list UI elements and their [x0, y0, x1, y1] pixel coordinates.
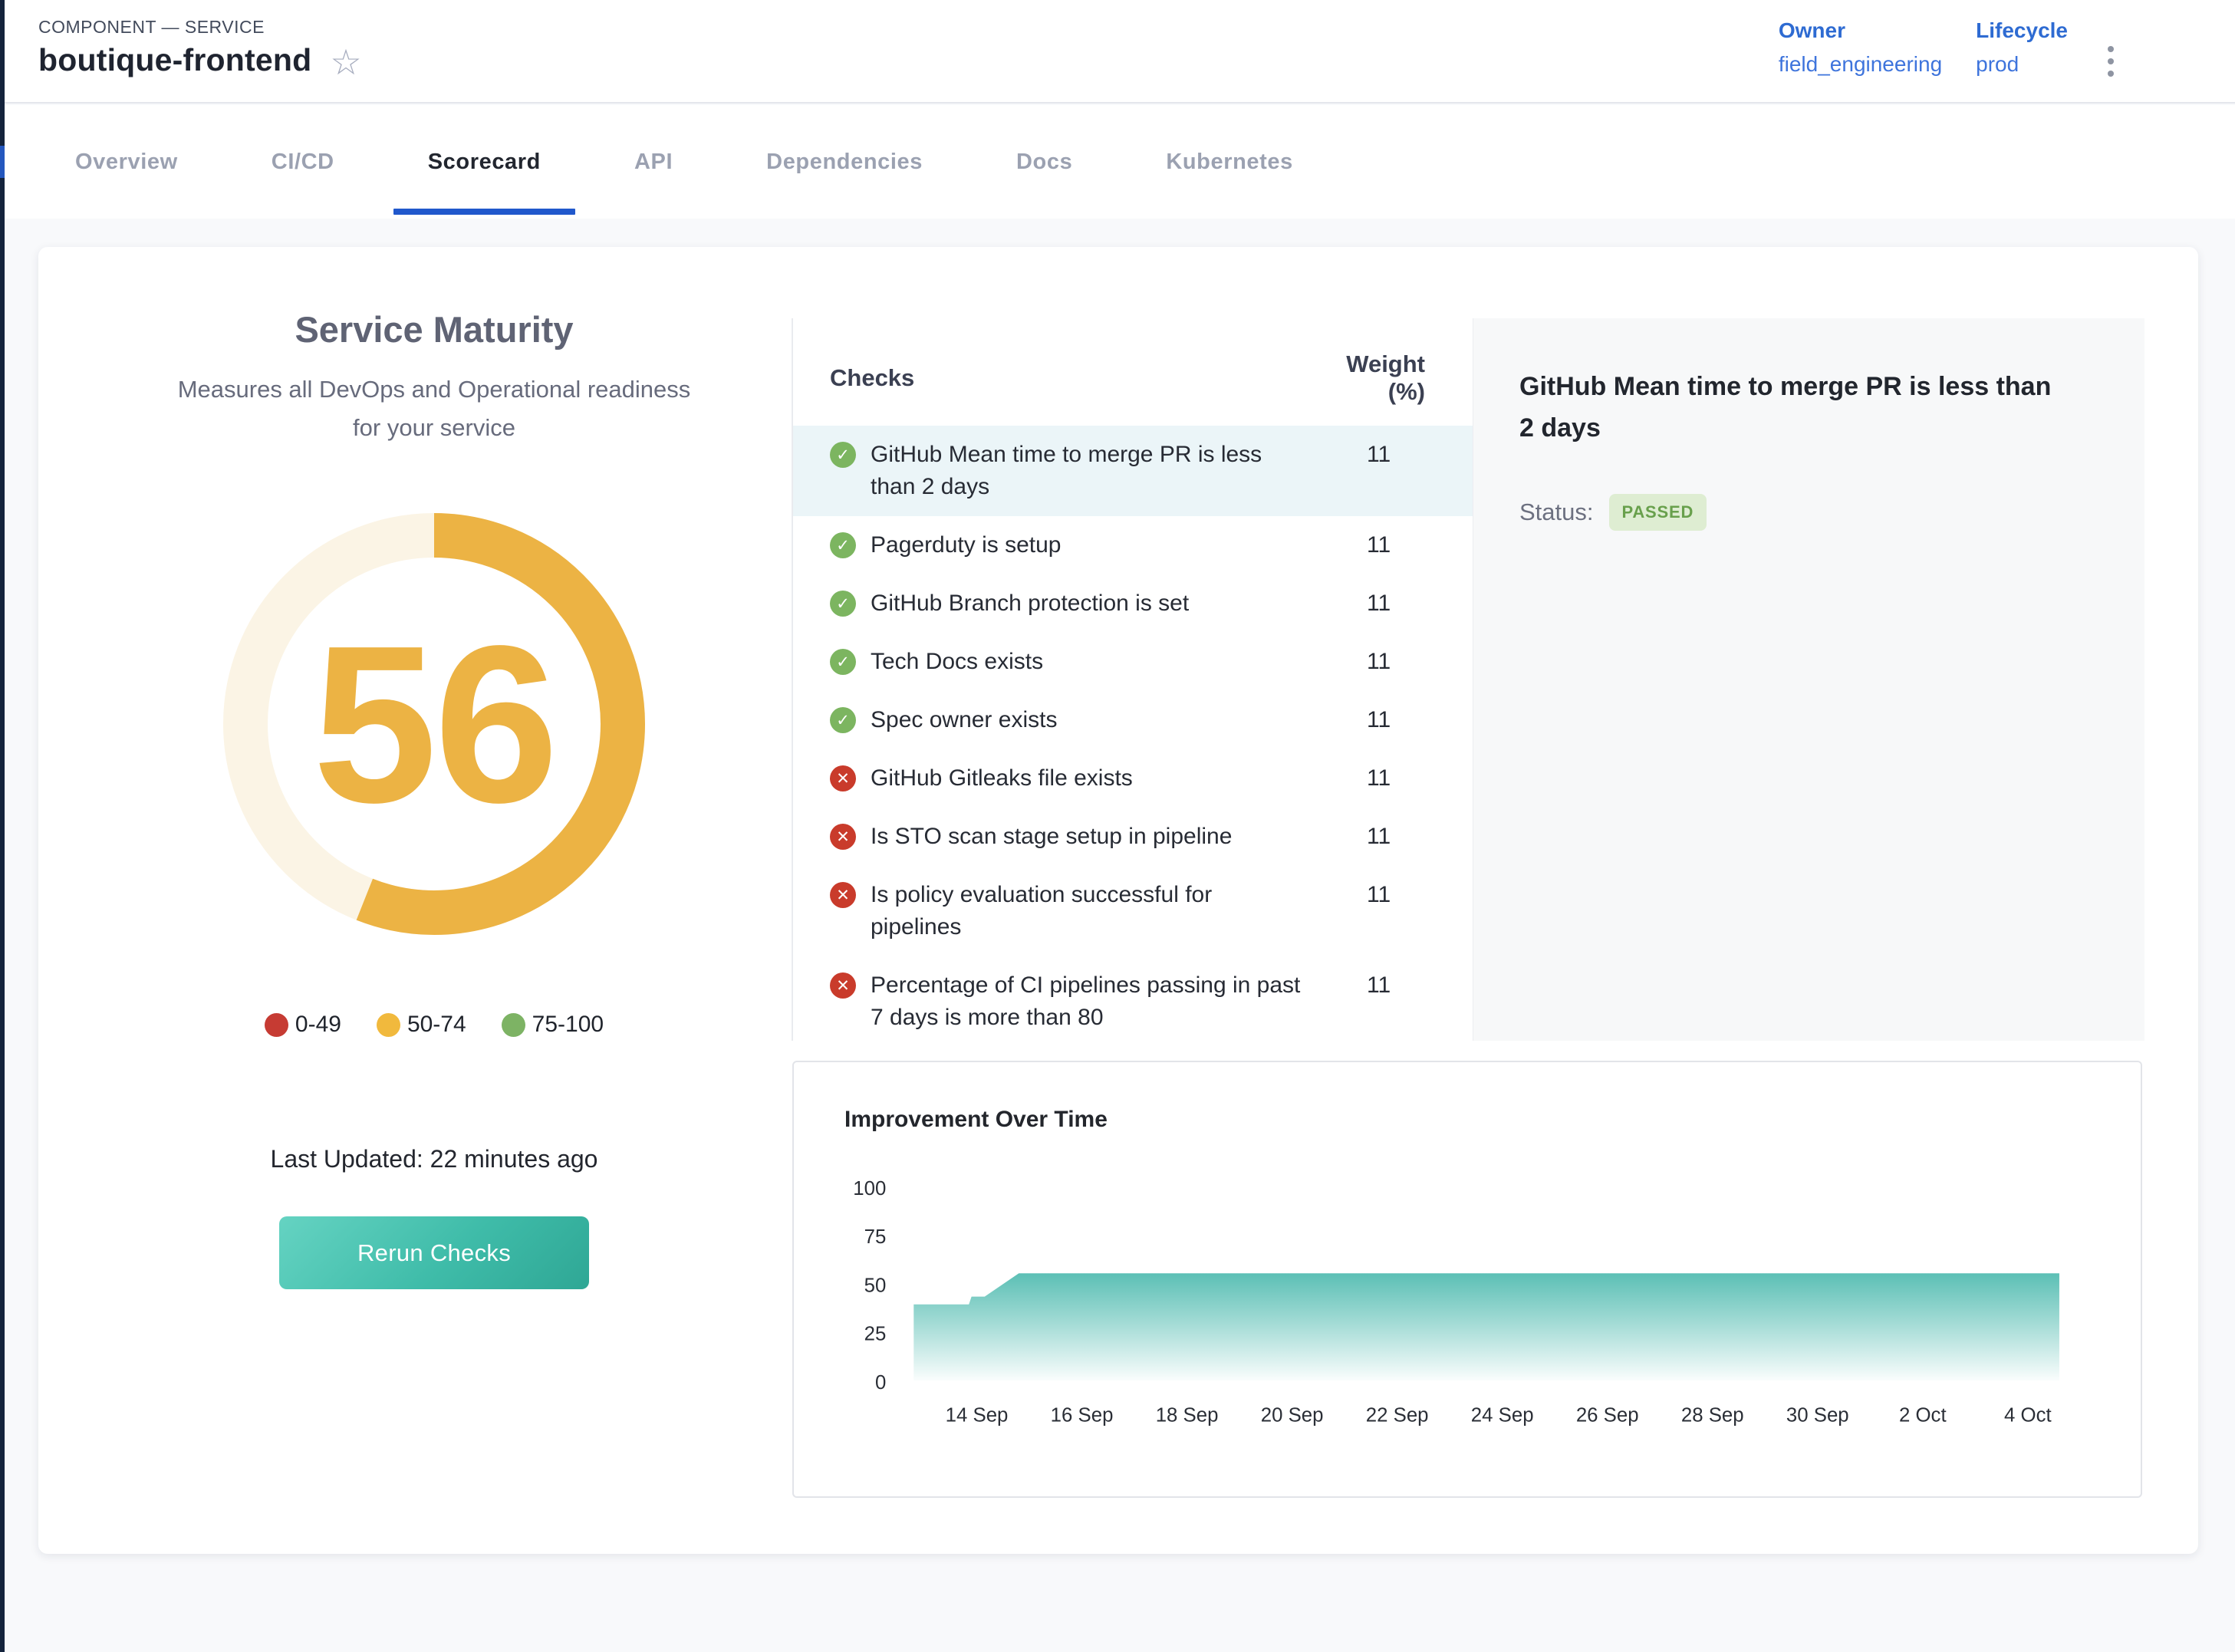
maturity-summary: Service Maturity Measures all DevOps and… [38, 247, 792, 1554]
score-legend: 0-49 50-74 75-100 [77, 1012, 792, 1038]
lifecycle-label: Lifecycle [1976, 18, 2068, 43]
checks-header-row: Checks Weight (%) [830, 350, 1473, 406]
star-favorite-icon[interactable]: ☆ [330, 44, 361, 80]
lifecycle-block: Lifecycle prod [1976, 18, 2068, 77]
legend-item-high: 75-100 [502, 1012, 604, 1038]
left-edge-strip [0, 0, 5, 1652]
svg-text:28 Sep: 28 Sep [1681, 1405, 1744, 1427]
svg-text:18 Sep: 18 Sep [1156, 1405, 1219, 1427]
owner-link[interactable]: field_engineering [1779, 52, 1942, 77]
check-row[interactable]: ✓ Spec owner exists 11 [793, 691, 1473, 749]
svg-text:50: 50 [864, 1275, 887, 1296]
legend-item-low: 0-49 [265, 1012, 341, 1038]
svg-text:16 Sep: 16 Sep [1051, 1405, 1114, 1427]
check-row[interactable]: ✕ Is policy evaluation successful for pi… [793, 866, 1473, 956]
score-value: 56 [223, 513, 645, 935]
svg-text:26 Sep: 26 Sep [1576, 1405, 1639, 1427]
check-passed-icon: ✓ [830, 532, 856, 558]
tab-kubernetes[interactable]: Kubernetes [1131, 105, 1328, 219]
check-failed-icon: ✕ [830, 765, 856, 791]
owner-block: Owner field_engineering [1779, 18, 1942, 77]
scorecard-subtitle: Measures all DevOps and Operational read… [173, 370, 695, 447]
tab-overview[interactable]: Overview [41, 105, 212, 219]
check-failed-icon: ✕ [830, 824, 856, 850]
svg-text:25: 25 [864, 1324, 887, 1345]
svg-text:20 Sep: 20 Sep [1261, 1405, 1324, 1427]
weight-column-header: Weight (%) [1335, 350, 1473, 406]
improvement-area-chart: 14 Sep 16 Sep 18 Sep 20 Sep 22 Sep 24 Sep 26 S… [794, 1062, 2141, 1496]
checks-column-header: Checks [830, 364, 1335, 392]
svg-text:14 Sep: 14 Sep [946, 1405, 1009, 1427]
check-status-row: Status: PASSED [1519, 494, 2060, 531]
check-row[interactable]: ✓ Pagerduty is setup 11 [793, 516, 1473, 574]
check-row[interactable]: ✕ Is STO scan stage setup in pipeline 11 [793, 808, 1473, 866]
check-row[interactable]: ✕ Percentage of CI pipelines passing in … [793, 956, 1473, 1047]
scorecard-title: Service Maturity [77, 308, 792, 350]
check-row[interactable]: ✓ GitHub Branch protection is set 11 [793, 574, 1473, 633]
owner-label: Owner [1779, 18, 1942, 43]
legend-dot-red [265, 1013, 288, 1037]
entity-meta: Owner field_engineering Lifecycle prod [1779, 18, 2120, 80]
tab-cicd[interactable]: CI/CD [237, 105, 369, 219]
entity-kind-label: COMPONENT — SERVICE [38, 17, 265, 38]
svg-text:24 Sep: 24 Sep [1471, 1405, 1534, 1427]
check-detail-panel: GitHub Mean time to merge PR is less tha… [1473, 318, 2144, 1041]
svg-text:4 Oct: 4 Oct [2004, 1405, 2052, 1427]
svg-text:75: 75 [864, 1226, 887, 1248]
legend-item-mid: 50-74 [377, 1012, 466, 1038]
svg-text:22 Sep: 22 Sep [1366, 1405, 1429, 1427]
svg-text:30 Sep: 30 Sep [1786, 1405, 1849, 1427]
check-row[interactable]: ✓ GitHub Mean time to merge PR is less t… [793, 426, 1473, 516]
kebab-menu-icon[interactable] [2102, 43, 2120, 80]
svg-text:100: 100 [853, 1178, 886, 1200]
page-title: boutique-frontend [38, 42, 311, 78]
status-label: Status: [1519, 499, 1594, 526]
check-passed-icon: ✓ [830, 442, 856, 468]
svg-text:2 Oct: 2 Oct [1899, 1405, 1947, 1427]
tab-dependencies[interactable]: Dependencies [732, 105, 957, 219]
legend-dot-green [502, 1013, 525, 1037]
svg-text:0: 0 [875, 1372, 886, 1394]
check-passed-icon: ✓ [830, 707, 856, 733]
improvement-chart-card: Improvement Over Time 14 Sep16 Sep18 Sep… [792, 1061, 2142, 1498]
status-badge: PASSED [1609, 494, 1707, 531]
nav-active-indicator [0, 146, 5, 178]
tab-docs[interactable]: Docs [982, 105, 1107, 219]
last-updated-text: Last Updated: 22 minutes ago [77, 1145, 792, 1173]
check-row[interactable]: ✓ Tech Docs exists 11 [793, 633, 1473, 691]
score-donut-chart: 56 [223, 513, 645, 935]
entity-header: COMPONENT — SERVICE boutique-frontend ☆ … [5, 0, 2235, 104]
scorecard-card: Service Maturity Measures all DevOps and… [38, 247, 2198, 1554]
checks-list: ✓ GitHub Mean time to merge PR is less t… [830, 426, 1473, 1047]
check-detail-title: GitHub Mean time to merge PR is less tha… [1519, 366, 2060, 449]
lifecycle-value: prod [1976, 52, 2068, 77]
check-failed-icon: ✕ [830, 882, 856, 908]
check-failed-icon: ✕ [830, 972, 856, 999]
tab-api[interactable]: API [600, 105, 707, 219]
check-passed-icon: ✓ [830, 591, 856, 617]
legend-dot-yellow [377, 1013, 400, 1037]
checks-panel: Checks Weight (%) ✓ GitHub Mean time to … [792, 318, 1473, 1041]
check-passed-icon: ✓ [830, 649, 856, 675]
entity-tabs: Overview CI/CD Scorecard API Dependencie… [5, 105, 2235, 219]
tab-scorecard[interactable]: Scorecard [393, 105, 575, 219]
rerun-checks-button[interactable]: Rerun Checks [279, 1216, 589, 1289]
check-row[interactable]: ✕ GitHub Gitleaks file exists 11 [793, 749, 1473, 808]
entity-title-row: boutique-frontend ☆ [38, 42, 362, 78]
